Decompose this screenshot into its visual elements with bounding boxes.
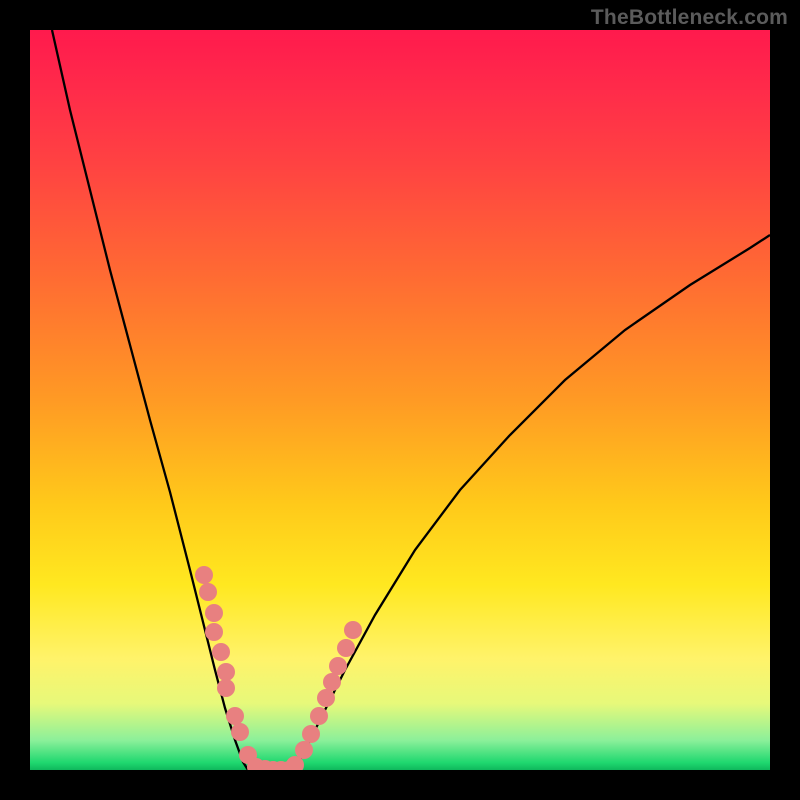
chart-frame: TheBottleneck.com xyxy=(0,0,800,800)
data-marker xyxy=(317,689,335,707)
data-marker xyxy=(329,657,347,675)
plot-area xyxy=(30,30,770,770)
data-marker xyxy=(217,679,235,697)
data-marker xyxy=(344,621,362,639)
data-marker xyxy=(195,566,213,584)
data-marker xyxy=(217,663,235,681)
marker-cluster-left xyxy=(195,566,290,770)
bottleneck-curve xyxy=(52,30,770,770)
data-marker xyxy=(199,583,217,601)
data-marker xyxy=(226,707,244,725)
data-marker xyxy=(212,643,230,661)
data-marker xyxy=(302,725,320,743)
data-marker xyxy=(231,723,249,741)
data-marker xyxy=(310,707,328,725)
data-marker xyxy=(337,639,355,657)
data-marker xyxy=(205,604,223,622)
data-marker xyxy=(205,623,223,641)
data-marker xyxy=(323,673,341,691)
marker-cluster-right xyxy=(280,621,362,770)
curve-layer xyxy=(30,30,770,770)
watermark-text: TheBottleneck.com xyxy=(591,6,788,30)
data-marker xyxy=(295,741,313,759)
